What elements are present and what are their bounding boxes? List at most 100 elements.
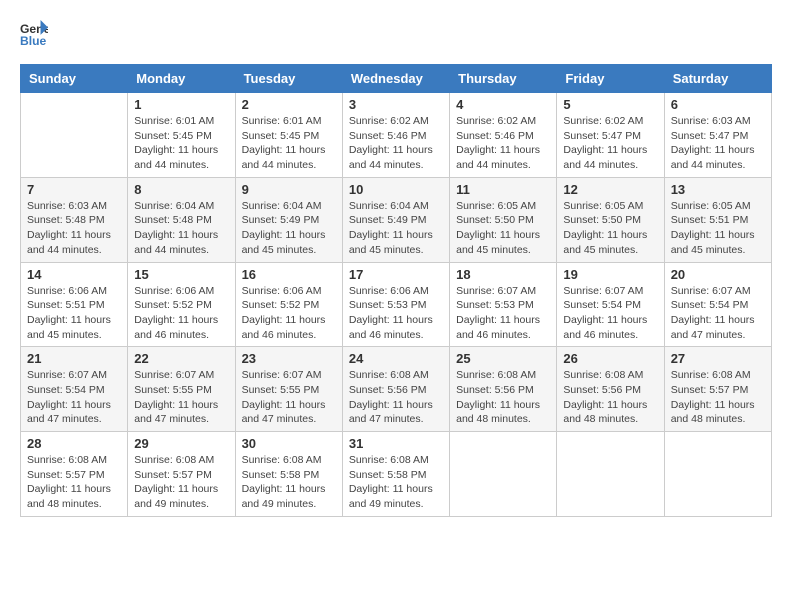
day-cell: 21 Sunrise: 6:07 AMSunset: 5:54 PMDayligh…: [21, 347, 128, 432]
day-info: Sunrise: 6:07 AMSunset: 5:53 PMDaylight:…: [456, 284, 550, 343]
day-number: 7: [27, 182, 121, 197]
day-info: Sunrise: 6:05 AMSunset: 5:51 PMDaylight:…: [671, 199, 765, 258]
day-number: 21: [27, 351, 121, 366]
day-cell: 11 Sunrise: 6:05 AMSunset: 5:50 PMDayligh…: [450, 177, 557, 262]
day-cell: 29 Sunrise: 6:08 AMSunset: 5:57 PMDayligh…: [128, 432, 235, 517]
weekday-header-thursday: Thursday: [450, 65, 557, 93]
day-number: 11: [456, 182, 550, 197]
day-number: 8: [134, 182, 228, 197]
day-info: Sunrise: 6:08 AMSunset: 5:58 PMDaylight:…: [349, 453, 443, 512]
day-cell: 16Sunrise: 6:06 AMSunset: 5:52 PMDayligh…: [235, 262, 342, 347]
weekday-header-row: SundayMondayTuesdayWednesdayThursdayFrid…: [21, 65, 772, 93]
day-info: Sunrise: 6:02 AMSunset: 5:47 PMDaylight:…: [563, 114, 657, 173]
day-info: Sunrise: 6:02 AMSunset: 5:46 PMDaylight:…: [349, 114, 443, 173]
day-info: Sunrise: 6:07 AMSunset: 5:54 PMDaylight:…: [671, 284, 765, 343]
day-info: Sunrise: 6:04 AMSunset: 5:49 PMDaylight:…: [349, 199, 443, 258]
day-number: 4: [456, 97, 550, 112]
day-cell: 15 Sunrise: 6:06 AMSunset: 5:52 PMDayligh…: [128, 262, 235, 347]
day-number: 26: [563, 351, 657, 366]
day-cell: 23 Sunrise: 6:07 AMSunset: 5:55 PMDayligh…: [235, 347, 342, 432]
day-info: Sunrise: 6:07 AMSunset: 5:54 PMDaylight:…: [563, 284, 657, 343]
day-number: 24: [349, 351, 443, 366]
day-cell: 13Sunrise: 6:05 AMSunset: 5:51 PMDayligh…: [664, 177, 771, 262]
day-cell: 27 Sunrise: 6:08 AMSunset: 5:57 PMDayligh…: [664, 347, 771, 432]
day-number: 22: [134, 351, 228, 366]
logo-icon: General Blue: [20, 20, 48, 48]
weekday-header-monday: Monday: [128, 65, 235, 93]
day-cell: 10Sunrise: 6:04 AMSunset: 5:49 PMDayligh…: [342, 177, 449, 262]
day-cell: 30 Sunrise: 6:08 AMSunset: 5:58 PMDayligh…: [235, 432, 342, 517]
day-number: 31: [349, 436, 443, 451]
day-info: Sunrise: 6:03 AMSunset: 5:47 PMDaylight:…: [671, 114, 765, 173]
day-number: 23: [242, 351, 336, 366]
week-row-4: 21 Sunrise: 6:07 AMSunset: 5:54 PMDayligh…: [21, 347, 772, 432]
day-info: Sunrise: 6:07 AMSunset: 5:55 PMDaylight:…: [242, 368, 336, 427]
day-number: 15: [134, 267, 228, 282]
day-number: 1: [134, 97, 228, 112]
weekday-header-wednesday: Wednesday: [342, 65, 449, 93]
week-row-5: 28Sunrise: 6:08 AMSunset: 5:57 PMDayligh…: [21, 432, 772, 517]
day-cell: 25 Sunrise: 6:08 AMSunset: 5:56 PMDayligh…: [450, 347, 557, 432]
day-cell: [664, 432, 771, 517]
day-info: Sunrise: 6:08 AMSunset: 5:57 PMDaylight:…: [134, 453, 228, 512]
day-info: Sunrise: 6:07 AMSunset: 5:54 PMDaylight:…: [27, 368, 121, 427]
day-info: Sunrise: 6:08 AMSunset: 5:56 PMDaylight:…: [349, 368, 443, 427]
day-number: 27: [671, 351, 765, 366]
day-cell: 9 Sunrise: 6:04 AMSunset: 5:49 PMDaylight…: [235, 177, 342, 262]
day-info: Sunrise: 6:08 AMSunset: 5:58 PMDaylight:…: [242, 453, 336, 512]
day-info: Sunrise: 6:04 AMSunset: 5:49 PMDaylight:…: [242, 199, 336, 258]
day-cell: 26 Sunrise: 6:08 AMSunset: 5:56 PMDayligh…: [557, 347, 664, 432]
day-number: 19: [563, 267, 657, 282]
weekday-header-tuesday: Tuesday: [235, 65, 342, 93]
day-number: 3: [349, 97, 443, 112]
day-cell: 14 Sunrise: 6:06 AMSunset: 5:51 PMDayligh…: [21, 262, 128, 347]
day-number: 2: [242, 97, 336, 112]
logo: General Blue: [20, 20, 52, 48]
day-info: Sunrise: 6:06 AMSunset: 5:51 PMDaylight:…: [27, 284, 121, 343]
day-cell: 12 Sunrise: 6:05 AMSunset: 5:50 PMDayligh…: [557, 177, 664, 262]
svg-text:Blue: Blue: [20, 34, 47, 48]
day-info: Sunrise: 6:02 AMSunset: 5:46 PMDaylight:…: [456, 114, 550, 173]
day-info: Sunrise: 6:06 AMSunset: 5:52 PMDaylight:…: [242, 284, 336, 343]
week-row-3: 14 Sunrise: 6:06 AMSunset: 5:51 PMDayligh…: [21, 262, 772, 347]
day-info: Sunrise: 6:08 AMSunset: 5:57 PMDaylight:…: [671, 368, 765, 427]
day-info: Sunrise: 6:08 AMSunset: 5:56 PMDaylight:…: [563, 368, 657, 427]
day-cell: [21, 93, 128, 178]
day-info: Sunrise: 6:06 AMSunset: 5:53 PMDaylight:…: [349, 284, 443, 343]
day-info: Sunrise: 6:05 AMSunset: 5:50 PMDaylight:…: [456, 199, 550, 258]
calendar-table: SundayMondayTuesdayWednesdayThursdayFrid…: [20, 64, 772, 517]
day-info: Sunrise: 6:05 AMSunset: 5:50 PMDaylight:…: [563, 199, 657, 258]
day-number: 25: [456, 351, 550, 366]
day-number: 6: [671, 97, 765, 112]
day-number: 18: [456, 267, 550, 282]
day-cell: 31 Sunrise: 6:08 AMSunset: 5:58 PMDayligh…: [342, 432, 449, 517]
day-cell: 8Sunrise: 6:04 AMSunset: 5:48 PMDaylight…: [128, 177, 235, 262]
day-cell: [557, 432, 664, 517]
day-cell: 5Sunrise: 6:02 AMSunset: 5:47 PMDaylight…: [557, 93, 664, 178]
day-cell: [450, 432, 557, 517]
day-cell: 22 Sunrise: 6:07 AMSunset: 5:55 PMDayligh…: [128, 347, 235, 432]
day-number: 14: [27, 267, 121, 282]
day-info: Sunrise: 6:08 AMSunset: 5:56 PMDaylight:…: [456, 368, 550, 427]
day-cell: 28Sunrise: 6:08 AMSunset: 5:57 PMDayligh…: [21, 432, 128, 517]
weekday-header-friday: Friday: [557, 65, 664, 93]
weekday-header-saturday: Saturday: [664, 65, 771, 93]
day-number: 9: [242, 182, 336, 197]
day-info: Sunrise: 6:08 AMSunset: 5:57 PMDaylight:…: [27, 453, 121, 512]
week-row-1: 1 Sunrise: 6:01 AMSunset: 5:45 PMDaylight…: [21, 93, 772, 178]
day-number: 29: [134, 436, 228, 451]
week-row-2: 7 Sunrise: 6:03 AMSunset: 5:48 PMDaylight…: [21, 177, 772, 262]
day-cell: 2 Sunrise: 6:01 AMSunset: 5:45 PMDaylight…: [235, 93, 342, 178]
day-cell: 1Sunrise: 6:01 AMSunset: 5:45 PMDaylight…: [128, 93, 235, 178]
day-cell: 18 Sunrise: 6:07 AMSunset: 5:53 PMDayligh…: [450, 262, 557, 347]
day-number: 12: [563, 182, 657, 197]
day-number: 17: [349, 267, 443, 282]
day-cell: 6 Sunrise: 6:03 AMSunset: 5:47 PMDaylight…: [664, 93, 771, 178]
day-info: Sunrise: 6:06 AMSunset: 5:52 PMDaylight:…: [134, 284, 228, 343]
day-number: 30: [242, 436, 336, 451]
day-info: Sunrise: 6:01 AMSunset: 5:45 PMDaylight:…: [242, 114, 336, 173]
day-info: Sunrise: 6:03 AMSunset: 5:48 PMDaylight:…: [27, 199, 121, 258]
day-cell: 7 Sunrise: 6:03 AMSunset: 5:48 PMDaylight…: [21, 177, 128, 262]
day-cell: 19 Sunrise: 6:07 AMSunset: 5:54 PMDayligh…: [557, 262, 664, 347]
day-info: Sunrise: 6:07 AMSunset: 5:55 PMDaylight:…: [134, 368, 228, 427]
